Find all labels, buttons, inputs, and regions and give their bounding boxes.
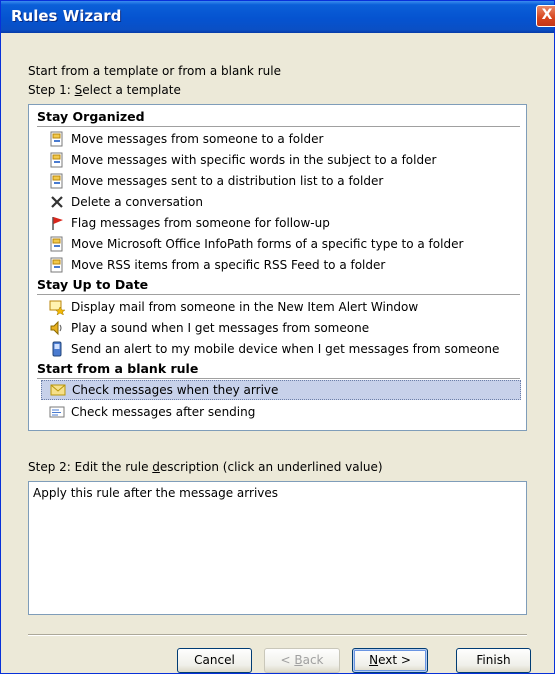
group-header-blank-rule: Start from a blank rule — [37, 359, 520, 379]
close-button[interactable]: X — [536, 5, 555, 27]
back-button[interactable]: < Back — [264, 648, 340, 673]
template-item-label: Move Microsoft Office InfoPath forms of … — [71, 237, 464, 251]
template-item[interactable]: Move Microsoft Office InfoPath forms of … — [43, 234, 519, 254]
group-header-stay-up-to-date: Stay Up to Date — [37, 275, 520, 295]
template-item-label: Delete a conversation — [71, 195, 203, 209]
template-list[interactable]: Stay Organized Move messages from someon… — [28, 104, 527, 431]
template-item-label: Display mail from someone in the New Ite… — [71, 300, 419, 314]
template-item-label: Move messages sent to a distribution lis… — [71, 174, 384, 188]
title-bar[interactable]: Rules Wizard X — [1, 1, 555, 33]
intro-label: Start from a template or from a blank ru… — [28, 64, 281, 78]
delete-x-icon — [51, 196, 63, 208]
step2-label: Step 2: Edit the rule description (click… — [28, 460, 383, 474]
template-item[interactable]: Flag messages from someone for follow-up — [43, 213, 519, 233]
template-item[interactable]: Send an alert to my mobile device when I… — [43, 339, 519, 359]
template-item-label: Flag messages from someone for follow-up — [71, 216, 330, 230]
button-separator — [28, 634, 527, 636]
template-item[interactable]: Delete a conversation — [43, 192, 519, 212]
folder-move-icon — [50, 236, 63, 252]
template-item-label: Move messages with specific words in the… — [71, 153, 437, 167]
sent-mail-icon — [49, 406, 65, 418]
template-item-label: Check messages after sending — [71, 405, 256, 419]
folder-move-icon — [50, 131, 63, 147]
rule-description-box[interactable]: Apply this rule after the message arrive… — [28, 481, 527, 615]
template-item-label: Send an alert to my mobile device when I… — [71, 342, 500, 356]
template-item-selected[interactable]: Check messages when they arrive — [41, 380, 521, 400]
template-item[interactable]: Move messages sent to a distribution lis… — [43, 171, 519, 191]
group-header-stay-organized: Stay Organized — [37, 107, 520, 127]
close-icon: X — [541, 7, 553, 23]
template-item[interactable]: Move messages with specific words in the… — [43, 150, 519, 170]
finish-button[interactable]: Finish — [456, 648, 531, 673]
template-item[interactable]: Move messages from someone to a folder — [43, 129, 519, 149]
rules-wizard-dialog: Rules Wizard X Start from a template or … — [0, 0, 555, 674]
template-item-label: Move messages from someone to a folder — [71, 132, 324, 146]
template-item[interactable]: Move RSS items from a specific RSS Feed … — [43, 255, 519, 275]
rule-description-text: Apply this rule after the message arrive… — [33, 486, 279, 500]
template-item[interactable]: Play a sound when I get messages from so… — [43, 318, 519, 338]
flag-icon — [52, 217, 63, 230]
cancel-button[interactable]: Cancel — [177, 648, 252, 673]
folder-move-icon — [50, 152, 63, 168]
window-title: Rules Wizard — [11, 7, 122, 25]
alert-window-icon — [49, 300, 65, 315]
step1-label: Step 1: Select a template — [28, 83, 181, 97]
envelope-icon — [50, 384, 66, 396]
template-item[interactable]: Check messages after sending — [43, 402, 519, 422]
next-button[interactable]: Next > — [352, 648, 428, 673]
template-item-label: Play a sound when I get messages from so… — [71, 321, 370, 335]
template-item[interactable]: Display mail from someone in the New Ite… — [43, 297, 519, 317]
speaker-icon — [50, 320, 62, 336]
template-item-label: Check messages when they arrive — [72, 383, 279, 397]
folder-move-icon — [50, 257, 63, 273]
mobile-device-icon — [52, 341, 62, 357]
folder-move-icon — [50, 173, 63, 189]
template-item-label: Move RSS items from a specific RSS Feed … — [71, 258, 386, 272]
